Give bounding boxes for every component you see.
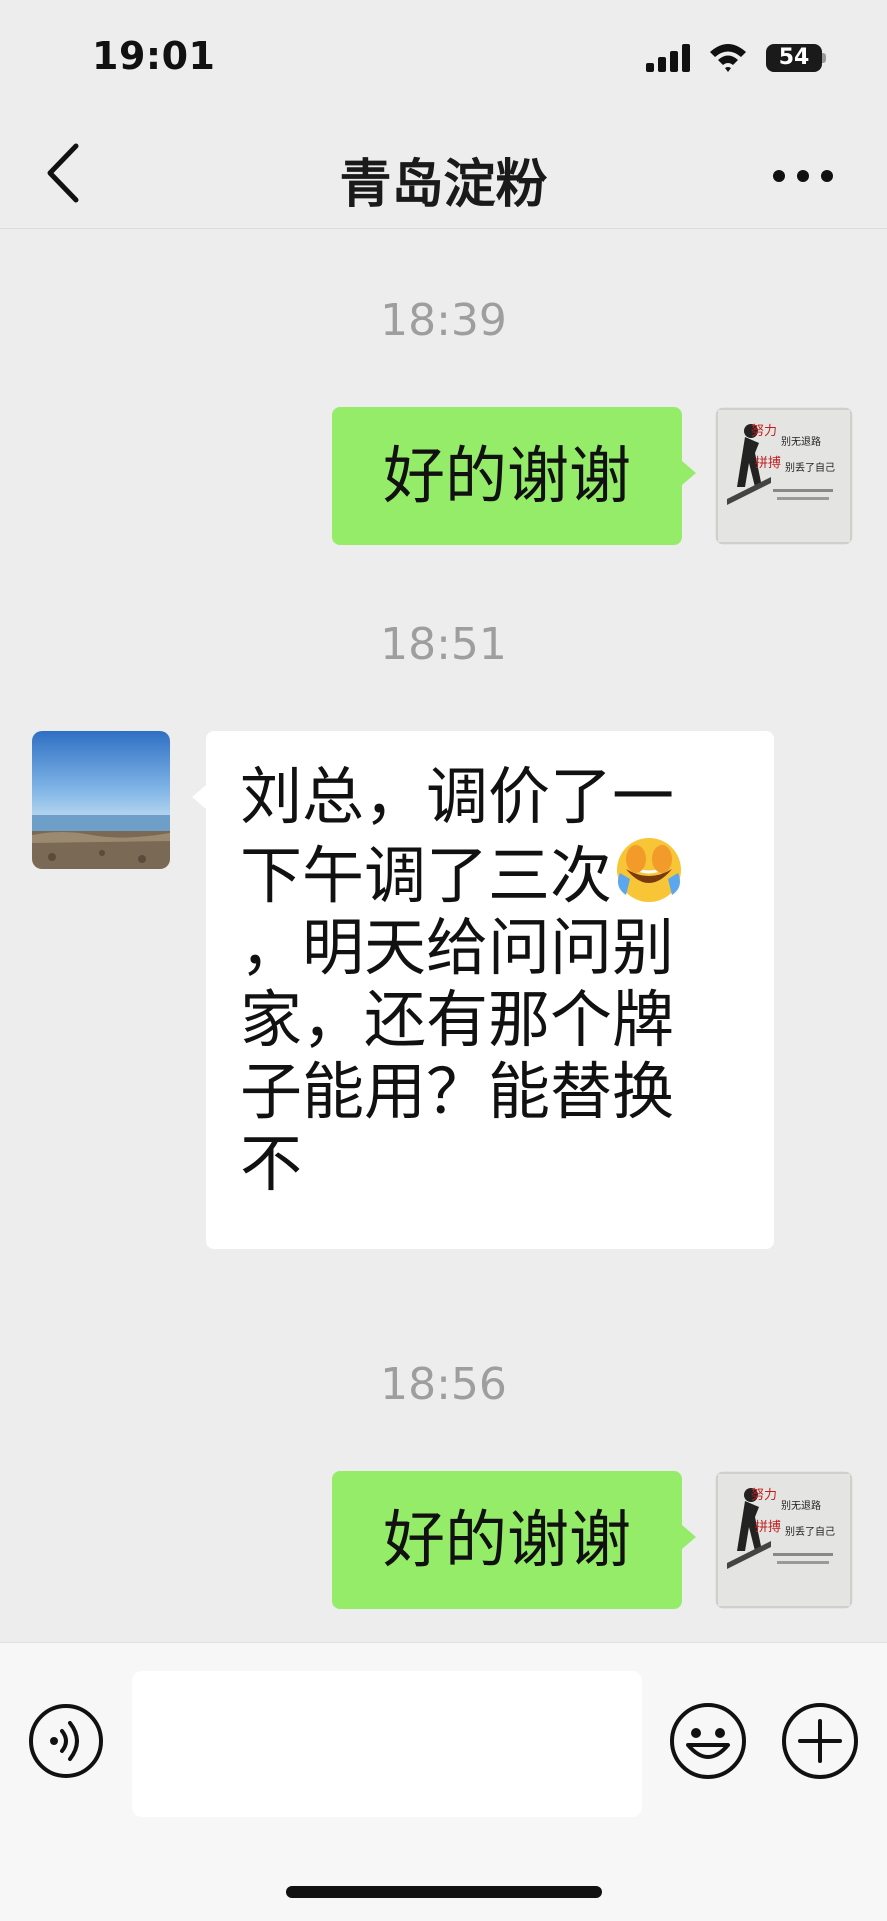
avatar-caption: 拼搏 (755, 1519, 781, 1535)
bubble-tail (682, 1525, 696, 1549)
my-avatar[interactable]: 努力 别无退路 拼搏 别丢了自己 (715, 407, 853, 545)
avatar-caption: 拼搏 (755, 455, 781, 471)
more-button[interactable] (770, 156, 836, 196)
message-line-with-emoji: 下午调了三次 (240, 833, 754, 912)
plus-button[interactable] (780, 1701, 860, 1781)
bubble-tail (682, 461, 696, 485)
message-line: 子能用？能替换 (240, 1055, 675, 1128)
avatar-caption: 努力 (751, 424, 777, 439)
my-avatar[interactable]: 努力 别无退路 拼搏 别丢了自己 (715, 1471, 853, 1609)
avatar-caption: 别无退路 (781, 435, 821, 448)
message-timestamp: 18:51 (380, 619, 507, 670)
received-message-bubble[interactable]: 刘总，调价了一 下午调了三次 ，明天给问问别 家，还有那个牌 子能用？能替换 不 (206, 731, 774, 1249)
message-line: 不 (240, 1127, 303, 1200)
avatar-image (32, 731, 170, 869)
message-timestamp: 18:39 (380, 295, 507, 346)
home-indicator[interactable] (286, 1886, 602, 1898)
status-bar: 19:01 54 (0, 0, 887, 120)
signal-icon (646, 44, 690, 72)
message-timestamp: 18:56 (380, 1359, 507, 1410)
message-line: 刘总，调价了一 (240, 760, 675, 833)
message-line: 下午调了三次 (240, 839, 613, 912)
input-bar (0, 1642, 887, 1921)
voice-button[interactable] (28, 1703, 104, 1779)
message-line: ，明天给问问别 (240, 911, 675, 984)
message-input[interactable] (132, 1671, 642, 1817)
avatar-image: 努力 别无退路 拼搏 别丢了自己 (715, 407, 853, 545)
sent-message-bubble[interactable]: 好的谢谢 (332, 1471, 682, 1609)
facepalm-emoji-icon (617, 838, 682, 902)
sent-message-bubble[interactable]: 好的谢谢 (332, 407, 682, 545)
status-time: 19:01 (92, 34, 216, 78)
chat-title: 青岛淀粉 (339, 155, 548, 215)
contact-avatar[interactable] (32, 731, 170, 869)
message-list[interactable]: 18:39 好的谢谢 努力 别无退路 拼搏 别丢了自己 18:51 刘总，调价了… (0, 229, 887, 1641)
chat-header: 青岛淀粉 (0, 120, 887, 229)
message-line: 家，还有那个牌 (240, 983, 675, 1056)
avatar-image: 努力 别无退路 拼搏 别丢了自己 (715, 1471, 853, 1609)
avatar-caption: 努力 (751, 1488, 777, 1503)
avatar-caption: 别丢了自己 (785, 461, 835, 474)
emoji-button[interactable] (668, 1701, 748, 1781)
bubble-tail (192, 785, 206, 809)
battery-level: 54 (778, 45, 810, 70)
avatar-caption: 别无退路 (781, 1499, 821, 1512)
avatar-caption: 别丢了自己 (785, 1525, 835, 1538)
wifi-icon (710, 44, 746, 72)
battery-cap (822, 53, 826, 63)
